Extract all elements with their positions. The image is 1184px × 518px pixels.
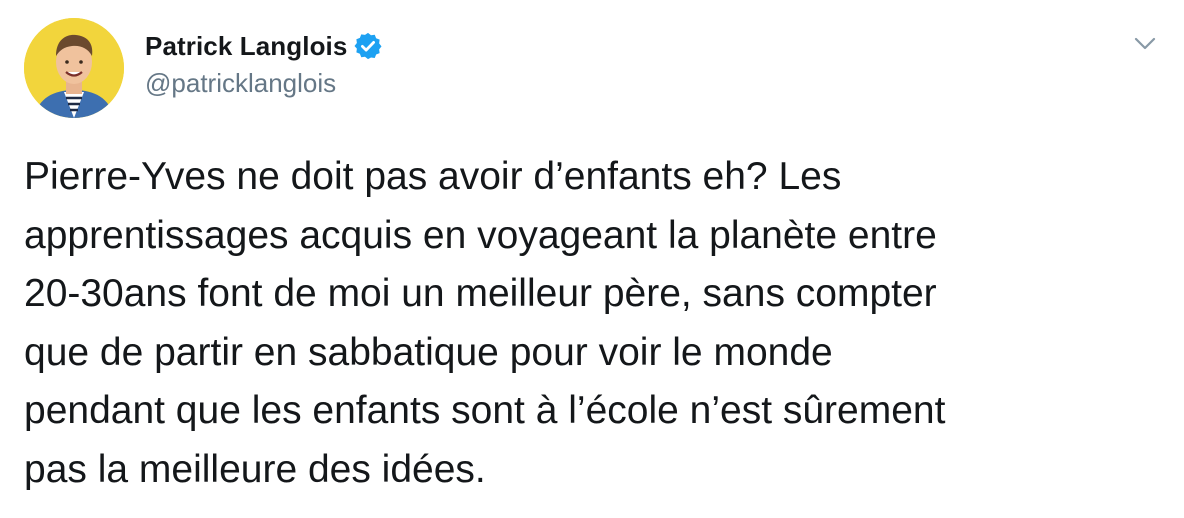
tweet-text: Pierre-Yves ne doit pas avoir d’enfants … <box>24 155 946 491</box>
chevron-down-icon <box>1134 37 1156 50</box>
avatar-photo-icon <box>24 18 124 118</box>
name-row: Patrick Langlois <box>145 28 383 64</box>
verified-badge-icon <box>353 31 383 61</box>
tweet-card: Patrick Langlois @patricklanglois Pierre… <box>0 0 1184 518</box>
author-handle[interactable]: @patricklanglois <box>145 68 383 99</box>
tweet-author: Patrick Langlois @patricklanglois <box>145 28 383 99</box>
author-display-name[interactable]: Patrick Langlois <box>145 31 347 62</box>
avatar[interactable] <box>24 18 124 118</box>
tweet-menu-button[interactable] <box>1130 34 1160 54</box>
